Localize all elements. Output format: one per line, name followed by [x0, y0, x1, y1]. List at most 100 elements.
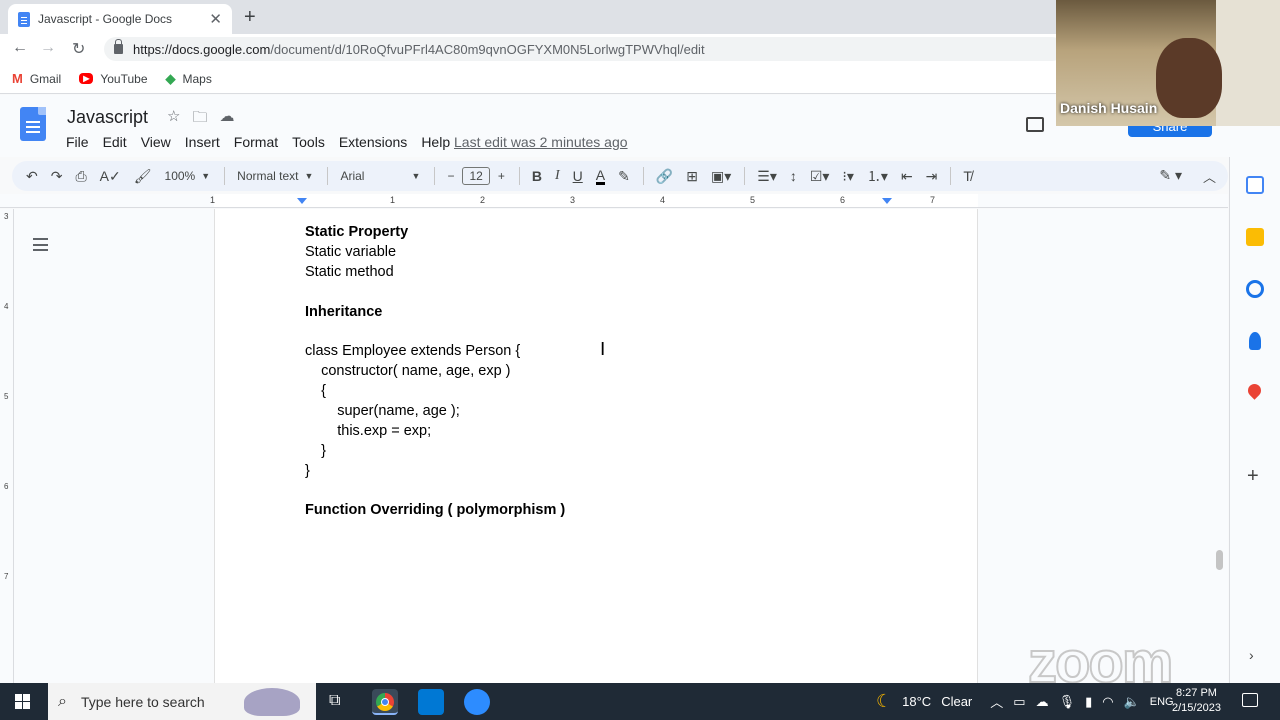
meet-now-icon[interactable]: ▭ — [1013, 694, 1025, 710]
close-tab-icon[interactable]: ✕ — [209, 10, 222, 28]
document-outline-icon[interactable] — [33, 238, 48, 251]
redo-icon[interactable]: ↷ — [51, 168, 63, 185]
calendar-icon[interactable] — [1246, 176, 1264, 194]
forward-icon[interactable]: → — [40, 39, 56, 57]
notification-center-icon[interactable] — [1242, 693, 1258, 707]
document-line[interactable]: constructor( name, age, exp ) — [305, 362, 565, 382]
bookmark-gmail[interactable]: M Gmail — [12, 71, 61, 86]
document-line[interactable]: } — [305, 462, 565, 482]
battery-icon[interactable]: ▮ — [1085, 694, 1092, 710]
document-line[interactable]: { — [305, 382, 565, 402]
maps-icon[interactable] — [1245, 381, 1264, 400]
spellcheck-icon[interactable]: A✓ — [100, 168, 121, 185]
increase-indent-icon[interactable]: ⇥ — [926, 168, 938, 185]
language-indicator[interactable]: ENG — [1150, 696, 1174, 708]
comment-history-icon[interactable] — [1026, 117, 1044, 132]
insert-link-icon[interactable]: 🔗 — [656, 168, 673, 185]
menu-insert[interactable]: Insert — [185, 134, 220, 150]
windows-start-icon[interactable] — [15, 694, 30, 709]
taskbar-clock[interactable]: 8:27 PM 2/15/2023 — [1172, 686, 1221, 716]
document-line[interactable]: this.exp = exp; — [305, 422, 565, 442]
style-select[interactable]: Normal text ▼ — [237, 169, 313, 183]
zoom-taskbar-icon[interactable] — [464, 689, 490, 715]
chevron-right-icon[interactable]: › — [1249, 647, 1254, 663]
address-bar[interactable]: https://docs.google.com/document/d/10RoQ… — [104, 37, 1064, 61]
paint-format-icon[interactable]: 🖌 — [134, 168, 152, 185]
chevron-up-icon[interactable]: ︿ — [990, 692, 1003, 711]
browser-tab[interactable]: Javascript - Google Docs ✕ — [8, 4, 232, 34]
decrease-indent-icon[interactable]: ⇤ — [901, 168, 913, 185]
menu-file[interactable]: File — [66, 134, 89, 150]
checklist-icon[interactable]: ☑▾ — [810, 168, 830, 185]
volume-icon[interactable]: 🔈 — [1124, 694, 1140, 710]
menu-edit[interactable]: Edit — [103, 134, 127, 150]
document-line[interactable] — [305, 283, 565, 303]
document-line[interactable]: Static variable — [305, 243, 565, 263]
document-line[interactable]: class Employee extends Person { — [305, 342, 565, 362]
menu-extensions[interactable]: Extensions — [339, 134, 407, 150]
document-heading[interactable]: Function Overriding ( polymorphism ) — [305, 501, 565, 521]
document-line[interactable] — [305, 482, 565, 502]
line-spacing-icon[interactable]: ↕ — [790, 168, 797, 184]
clear-formatting-icon[interactable]: T̸ — [963, 168, 972, 184]
font-size-input[interactable]: 12 — [462, 167, 490, 185]
print-icon[interactable]: ⎙ — [75, 168, 86, 185]
move-folder-icon[interactable]: 🗀 — [192, 107, 207, 132]
menu-view[interactable]: View — [141, 134, 171, 150]
cloud-saved-icon[interactable]: ☁ — [219, 107, 234, 132]
horizontal-ruler[interactable]: 1 1 2 3 4 5 6 7 — [0, 194, 1228, 208]
decrease-font-size-icon[interactable]: − — [447, 169, 454, 183]
document-body[interactable]: Static Property Static variable Static met… — [305, 223, 565, 521]
back-icon[interactable]: ← — [12, 39, 28, 57]
last-edit-link[interactable]: Last edit was 2 minutes ago — [454, 134, 628, 150]
font-select[interactable]: Arial ▼ — [340, 169, 420, 183]
numbered-list-icon[interactable]: ⒈▾ — [867, 166, 888, 186]
right-indent-marker[interactable] — [882, 198, 892, 204]
highlight-color-icon[interactable]: ✎ — [618, 168, 630, 185]
left-indent-marker[interactable] — [297, 198, 307, 204]
docs-logo-icon[interactable] — [20, 107, 46, 141]
insert-image-icon[interactable]: ▣▾ — [711, 168, 731, 185]
document-heading[interactable]: Static Property — [305, 223, 565, 243]
chrome-taskbar-icon[interactable] — [372, 689, 398, 715]
new-tab-icon[interactable]: + — [244, 6, 256, 29]
bookmark-youtube[interactable]: ▶ YouTube — [79, 72, 148, 86]
undo-icon[interactable]: ↶ — [26, 168, 38, 185]
microphone-icon[interactable]: 🎙 — [1059, 694, 1076, 710]
contacts-icon[interactable] — [1249, 332, 1261, 350]
menu-tools[interactable]: Tools — [292, 134, 325, 150]
star-icon[interactable]: ☆ — [167, 107, 180, 132]
document-line[interactable] — [305, 322, 565, 342]
bookmark-maps[interactable]: ◆ Maps — [166, 71, 212, 87]
align-icon[interactable]: ☰▾ — [757, 168, 777, 185]
vscode-taskbar-icon[interactable] — [418, 689, 444, 715]
menu-help[interactable]: Help — [421, 134, 450, 150]
get-addons-icon[interactable]: + — [1247, 465, 1259, 488]
zoom-select[interactable]: 100% ▼ — [165, 169, 211, 183]
wifi-icon[interactable]: ◠ — [1102, 694, 1113, 710]
keep-icon[interactable] — [1246, 228, 1264, 246]
document-line[interactable]: Static method — [305, 263, 565, 283]
tasks-icon[interactable] — [1246, 280, 1264, 298]
scrollbar-thumb[interactable] — [1216, 550, 1223, 570]
task-view-icon[interactable]: ⧉ — [329, 692, 340, 710]
reload-icon[interactable]: ↻ — [72, 39, 85, 59]
add-comment-icon[interactable]: ⊞ — [686, 168, 698, 185]
underline-icon[interactable]: U — [573, 168, 583, 184]
italic-icon[interactable]: I — [555, 168, 560, 184]
weather-temp[interactable]: 18°C — [902, 694, 931, 709]
document-heading[interactable]: Inheritance — [305, 303, 565, 323]
bulleted-list-icon[interactable]: ⁝▾ — [842, 168, 853, 185]
chevron-up-icon[interactable]: ︿ — [1203, 167, 1216, 186]
onedrive-icon[interactable]: ☁ — [1036, 694, 1049, 710]
document-title[interactable]: Javascript — [67, 107, 148, 128]
weather-desc[interactable]: Clear — [941, 694, 972, 709]
editing-mode-icon[interactable]: ✎ ▾ — [1159, 167, 1182, 184]
bold-icon[interactable]: B — [532, 168, 542, 184]
increase-font-size-icon[interactable]: + — [498, 169, 505, 183]
text-color-icon[interactable]: A — [595, 168, 606, 185]
document-line[interactable]: } — [305, 442, 565, 462]
menu-format[interactable]: Format — [234, 134, 278, 150]
document-page[interactable]: Static Property Static variable Static met… — [214, 209, 978, 683]
document-line[interactable]: super(name, age ); — [305, 402, 565, 422]
